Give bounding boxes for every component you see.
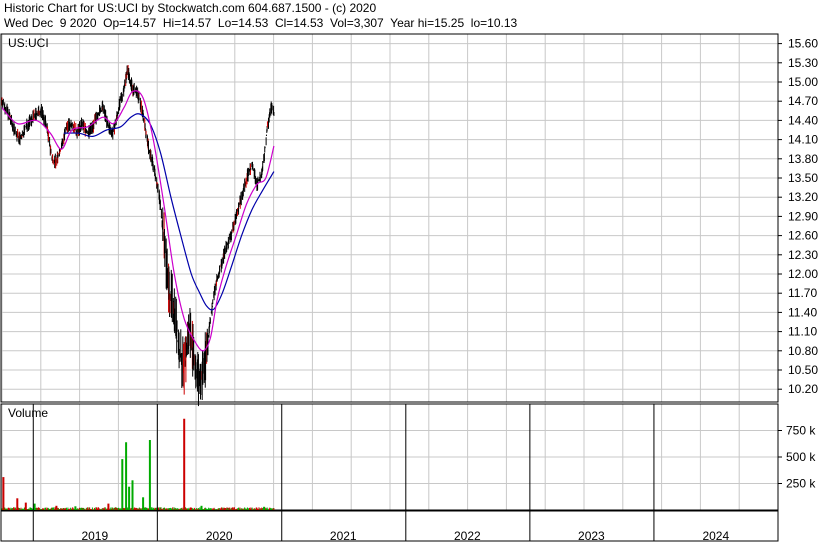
y-tick-label: 14.40 [788,113,818,127]
stock-chart: 15.60 15.30 15.00 14.70 14.40 14.10 13.80 13.50… [0,33,818,543]
y-tick-label: 15.30 [788,56,818,70]
y-tick-label: 500 k [786,450,816,464]
y-tick-label: 15.00 [788,75,818,89]
y-tick-label: 12.30 [788,248,818,262]
y-tick-label: 12.90 [788,209,818,223]
y-tick-label: 11.40 [788,305,817,319]
y-tick-label: 13.50 [788,171,818,185]
y-tick-label: 14.10 [788,133,818,147]
x-axis-year-label: 2021 [330,529,357,543]
time-axis: 2019 2020 2021 2022 2023 2024 [0,510,779,543]
y-tick-label: 750 k [786,424,816,438]
x-axis-year-label: 2023 [578,529,605,543]
y-tick-label: 10.20 [788,382,818,396]
x-axis-year-label: 2024 [702,529,729,543]
y-tick-label: 250 k [786,477,816,491]
x-axis-year-label: 2022 [454,529,481,543]
y-tick-label: 12.00 [788,267,818,281]
price-panel-label: US:UCI [8,36,49,50]
time-axis-frame [0,510,779,542]
x-axis-year-label: 2019 [81,529,108,543]
y-tick-label: 11.10 [788,325,817,339]
moving-average-short [1,90,275,352]
y-tick-label: 13.80 [788,152,818,166]
y-tick-label: 10.80 [788,344,818,358]
y-tick-label: 11.70 [788,286,817,300]
volume-panel-label: Volume [8,406,48,420]
volume-panel: 750 k 500 k 250 k Volume [0,403,816,511]
y-tick-label: 12.60 [788,229,818,243]
price-panel: 15.60 15.30 15.00 14.70 14.40 14.10 13.80 13.50… [0,33,818,407]
x-axis-year-label: 2020 [206,529,233,543]
y-tick-label: 15.60 [788,37,818,51]
y-tick-label: 10.50 [788,363,818,377]
y-tick-label: 14.70 [788,94,818,108]
y-tick-label: 13.20 [788,190,818,204]
